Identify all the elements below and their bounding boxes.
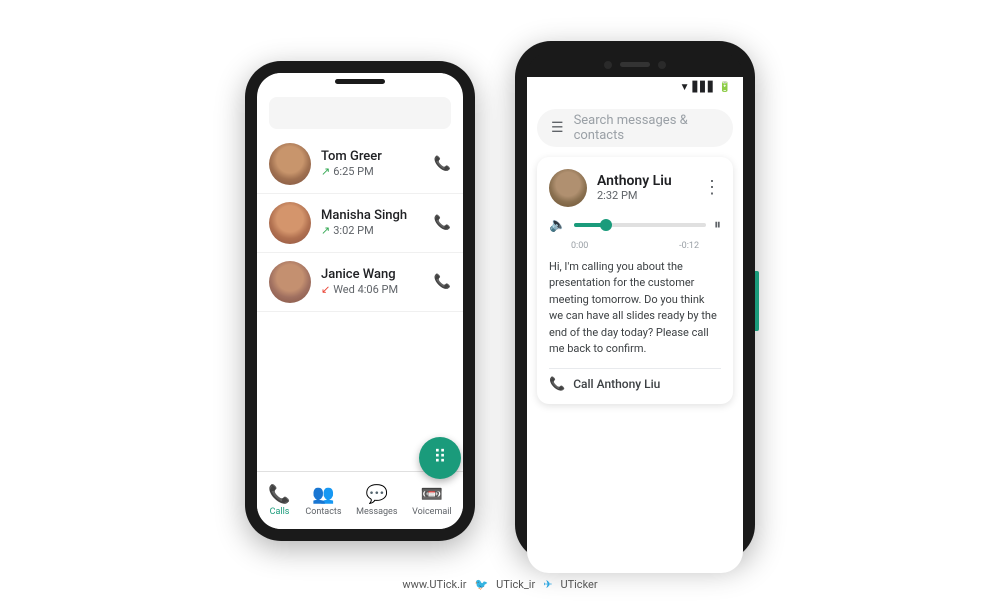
- nav-voicemail[interactable]: 📼 Voicemail: [412, 484, 452, 517]
- signal-icon: ▋▋▋: [692, 82, 715, 93]
- call-icon-janice[interactable]: 📞: [434, 274, 451, 290]
- contact-info-manisha: Manisha Singh ↗ 3:02 PM: [321, 208, 434, 237]
- contact-time-manisha: ↗ 3:02 PM: [321, 224, 434, 237]
- call-back-button[interactable]: 📞 Call Anthony Liu: [549, 377, 721, 392]
- phone2-camera-bar: [527, 53, 743, 77]
- voicemail-info: Anthony Liu 2:32 PM: [597, 173, 693, 202]
- contact-name-manisha: Manisha Singh: [321, 208, 434, 223]
- scene: Tom Greer ↗ 6:25 PM 📞 Manisha Singh: [0, 0, 1000, 601]
- time-current: 0:00: [571, 241, 588, 251]
- call-icon-tom[interactable]: 📞: [434, 156, 451, 172]
- nav-contacts[interactable]: 👥 Contacts: [305, 484, 341, 517]
- outgoing-arrow-manisha: ↗: [321, 224, 330, 237]
- camera-dot-2: [658, 61, 666, 69]
- call-back-label: Call Anthony Liu: [573, 377, 660, 391]
- voicemail-transcript: Hi, I'm calling you about the presentati…: [549, 259, 721, 358]
- progress-dot: [600, 219, 612, 231]
- time-labels: 0:00 -0:12: [549, 241, 721, 251]
- voicemail-contact-name: Anthony Liu: [597, 173, 693, 189]
- search-header: ☰ Search messages & contacts: [527, 99, 743, 157]
- call-icon-manisha[interactable]: 📞: [434, 215, 451, 231]
- phone-calls: Tom Greer ↗ 6:25 PM 📞 Manisha Singh: [245, 61, 475, 541]
- camera-dot: [604, 61, 612, 69]
- contact-time-janice: ↙ Wed 4:06 PM: [321, 283, 434, 296]
- more-options-button[interactable]: ⋮: [703, 177, 721, 198]
- audio-player: 🔈 ⏸: [549, 217, 721, 233]
- progress-bar[interactable]: [574, 223, 706, 227]
- bottom-nav: 📞 Calls 👥 Contacts 💬 Messages 📼 Voicemai…: [257, 471, 463, 529]
- battery-icon: 🔋: [719, 82, 731, 93]
- watermark-twitter: UTick_ir: [496, 578, 535, 591]
- nav-messages[interactable]: 💬 Messages: [356, 484, 397, 517]
- divider: [549, 368, 721, 369]
- avatar-tom: [269, 143, 311, 185]
- watermark-site: www.UTick.ir: [402, 578, 466, 591]
- wifi-icon: ▼: [680, 82, 690, 93]
- missed-arrow-janice: ↙: [321, 283, 330, 296]
- nav-calls[interactable]: 📞 Calls: [268, 484, 290, 517]
- dialpad-fab[interactable]: ⠿: [419, 437, 461, 479]
- contact-time-tom: ↗ 6:25 PM: [321, 165, 434, 178]
- calls-icon: 📞: [268, 484, 290, 505]
- avatar-anthony: [549, 169, 587, 207]
- speaker-icon[interactable]: 🔈: [549, 217, 566, 233]
- phone-voicemail: ▼ ▋▋▋ 🔋 ☰ Search messages & contacts Ant…: [515, 41, 755, 561]
- phone-speaker-2: [620, 62, 650, 67]
- search-bar-voicemail[interactable]: ☰ Search messages & contacts: [537, 109, 733, 147]
- search-placeholder: Search messages & contacts: [574, 113, 719, 143]
- contact-item-manisha[interactable]: Manisha Singh ↗ 3:02 PM 📞: [257, 194, 463, 253]
- contact-name-janice: Janice Wang: [321, 267, 434, 282]
- phone-speaker: [335, 79, 385, 84]
- time-remaining: -0:12: [679, 241, 699, 251]
- contact-item-tom[interactable]: Tom Greer ↗ 6:25 PM 📞: [257, 135, 463, 194]
- hamburger-icon[interactable]: ☰: [551, 120, 564, 136]
- avatar-janice: [269, 261, 311, 303]
- avatar-manisha: [269, 202, 311, 244]
- search-bar-calls[interactable]: [269, 97, 451, 129]
- messages-icon: 💬: [366, 484, 388, 505]
- status-icons: ▼ ▋▋▋ 🔋: [680, 82, 731, 93]
- phone-calls-screen: Tom Greer ↗ 6:25 PM 📞 Manisha Singh: [257, 73, 463, 529]
- voicemail-header: Anthony Liu 2:32 PM ⋮: [549, 169, 721, 207]
- voicemail-card: Anthony Liu 2:32 PM ⋮ 🔈 ⏸: [537, 157, 733, 404]
- status-bar: ▼ ▋▋▋ 🔋: [527, 77, 743, 99]
- pause-icon[interactable]: ⏸: [714, 217, 721, 233]
- contact-info-janice: Janice Wang ↙ Wed 4:06 PM: [321, 267, 434, 296]
- contacts-icon: 👥: [312, 484, 334, 505]
- voicemail-icon: 📼: [421, 484, 443, 505]
- contact-item-janice[interactable]: Janice Wang ↙ Wed 4:06 PM 📞: [257, 253, 463, 312]
- phone-top-area: [257, 73, 463, 91]
- contact-info-tom: Tom Greer ↗ 6:25 PM: [321, 149, 434, 178]
- twitter-icon: 🐦: [474, 578, 488, 591]
- voicemail-time: 2:32 PM: [597, 189, 693, 202]
- watermark-telegram: UTicker: [560, 578, 597, 591]
- phone-voicemail-screen: ▼ ▋▋▋ 🔋 ☰ Search messages & contacts Ant…: [527, 77, 743, 573]
- watermark: www.UTick.ir 🐦 UTick_ir ✈ UTicker: [0, 578, 1000, 591]
- contact-name-tom: Tom Greer: [321, 149, 434, 164]
- outgoing-arrow-tom: ↗: [321, 165, 330, 178]
- telegram-icon: ✈: [543, 578, 552, 591]
- contact-list: Tom Greer ↗ 6:25 PM 📞 Manisha Singh: [257, 135, 463, 471]
- progress-fill: [574, 223, 607, 227]
- call-back-icon: 📞: [549, 377, 565, 392]
